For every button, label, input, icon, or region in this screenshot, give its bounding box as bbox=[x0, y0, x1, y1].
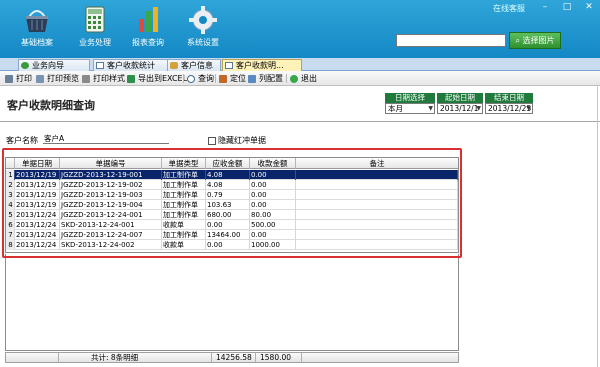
export-excel-button[interactable]: 导出到EXCEL bbox=[127, 73, 187, 84]
button-label: 退出 bbox=[301, 74, 317, 83]
calculator-icon bbox=[78, 5, 112, 35]
footer-divider bbox=[255, 353, 256, 362]
action-toolbar: 打印 打印预览 打印样式 导出到EXCEL 查询 定位 列配置 退出 bbox=[0, 71, 600, 86]
highlight-frame bbox=[2, 148, 462, 258]
exit-button[interactable]: 退出 bbox=[290, 73, 317, 84]
tab-strip: 业务向导 客户收款统计 客户信息 客户收款明... bbox=[0, 58, 600, 71]
locate-button[interactable]: 定位 bbox=[219, 73, 246, 84]
print-style-icon bbox=[82, 75, 90, 83]
print-preview-icon bbox=[36, 75, 44, 83]
toolbar-divider bbox=[183, 74, 184, 83]
online-service-label[interactable]: 在线客服 bbox=[493, 3, 525, 14]
search-input[interactable] bbox=[396, 34, 506, 47]
section-divider bbox=[0, 121, 600, 122]
gear-icon bbox=[186, 5, 220, 35]
select-image-label: 选择图片 bbox=[522, 36, 555, 45]
tab-customer-info[interactable]: 客户信息 bbox=[167, 59, 221, 71]
tool-settings[interactable]: 系统设置 bbox=[173, 5, 233, 48]
start-date-picker[interactable]: 2013/12/1 ▼ bbox=[437, 103, 483, 114]
grid-footer: 共计: 8条明细 14256.58 1580.00 bbox=[5, 352, 459, 363]
footer-total-receivable: 14256.58 bbox=[216, 353, 252, 362]
footer-divider bbox=[301, 353, 302, 362]
chevron-down-icon: ▼ bbox=[428, 105, 433, 112]
window-edge bbox=[597, 86, 598, 367]
button-label: 列配置 bbox=[259, 74, 283, 83]
footer-divider bbox=[211, 353, 212, 362]
table-icon bbox=[225, 62, 233, 69]
query-button[interactable]: 查询 bbox=[187, 73, 214, 84]
print-button[interactable]: 打印 bbox=[5, 73, 32, 84]
tool-label: 报表查询 bbox=[132, 38, 164, 47]
tool-basic-archive[interactable]: 基础档案 bbox=[7, 5, 67, 48]
print-preview-button[interactable]: 打印预览 bbox=[36, 73, 79, 84]
tab-label: 客户收款明... bbox=[236, 61, 284, 70]
column-config-icon bbox=[248, 75, 256, 83]
chevron-down-icon: ▼ bbox=[476, 105, 481, 112]
tool-label: 系统设置 bbox=[187, 38, 219, 47]
locate-icon bbox=[219, 75, 227, 83]
tool-reports[interactable]: 报表查询 bbox=[118, 5, 178, 48]
footer-total-received: 1580.00 bbox=[260, 353, 292, 362]
magnifier-icon bbox=[187, 75, 195, 83]
exit-icon bbox=[290, 75, 298, 83]
button-label: 导出到EXCEL bbox=[138, 74, 188, 83]
tool-business[interactable]: 业务处理 bbox=[65, 5, 125, 48]
toolbar-divider bbox=[215, 74, 216, 83]
end-date-value: 2013/12/25 bbox=[488, 104, 532, 113]
minimize-icon[interactable]: – bbox=[538, 2, 552, 13]
select-image-button[interactable]: ⌕ 选择图片 bbox=[509, 32, 561, 49]
button-label: 打印样式 bbox=[93, 74, 125, 83]
tool-label: 业务处理 bbox=[79, 38, 111, 47]
tab-label: 客户信息 bbox=[181, 61, 213, 70]
button-label: 打印预览 bbox=[47, 74, 79, 83]
toolbar-divider bbox=[286, 74, 287, 83]
printer-icon bbox=[5, 75, 13, 83]
tool-label: 基础档案 bbox=[21, 38, 53, 47]
end-date-header: 结束日期 bbox=[485, 93, 533, 103]
search-icon: ⌕ bbox=[515, 36, 520, 45]
date-range-select[interactable]: 本月 ▼ bbox=[385, 103, 435, 114]
footer-divider bbox=[58, 353, 59, 362]
tab-label: 客户收款统计 bbox=[107, 61, 155, 70]
button-label: 定位 bbox=[230, 74, 246, 83]
button-label: 查询 bbox=[198, 74, 214, 83]
page-title: 客户收款明细查询 bbox=[7, 99, 95, 112]
app-window: 基础档案 业务处理 报表查询 系统设置 在线客服 – □ ✕ ⌕ 选择图片 业务… bbox=[0, 0, 600, 367]
person-icon bbox=[170, 62, 178, 69]
tab-business-guide[interactable]: 业务向导 bbox=[18, 59, 90, 71]
hide-reversal-label: 隐藏红冲单据 bbox=[218, 136, 266, 145]
excel-icon bbox=[127, 75, 135, 83]
customer-name-field[interactable]: 客户A bbox=[43, 134, 169, 144]
basket-icon bbox=[20, 5, 54, 35]
chevron-down-icon: ▼ bbox=[526, 105, 531, 112]
customer-name-label: 客户名称 bbox=[6, 136, 38, 145]
date-range-value: 本月 bbox=[388, 104, 403, 113]
date-range-header: 日期选择 bbox=[385, 93, 435, 103]
home-icon bbox=[21, 62, 29, 69]
footer-summary: 共计: 8条明细 bbox=[91, 353, 139, 362]
table-icon bbox=[96, 62, 104, 69]
tab-customer-collection-detail[interactable]: 客户收款明... bbox=[222, 59, 302, 71]
close-icon[interactable]: ✕ bbox=[582, 2, 596, 13]
column-config-button[interactable]: 列配置 bbox=[248, 73, 283, 84]
end-date-picker[interactable]: 2013/12/25 ▼ bbox=[485, 103, 533, 114]
button-label: 打印 bbox=[16, 74, 32, 83]
start-date-value: 2013/12/1 bbox=[440, 104, 479, 113]
print-style-button[interactable]: 打印样式 bbox=[82, 73, 125, 84]
tab-label: 业务向导 bbox=[32, 61, 64, 70]
maximize-icon[interactable]: □ bbox=[560, 2, 574, 13]
top-toolbar: 基础档案 业务处理 报表查询 系统设置 在线客服 – □ ✕ ⌕ 选择图片 bbox=[0, 0, 600, 58]
start-date-header: 起始日期 bbox=[437, 93, 483, 103]
grid-empty-area bbox=[5, 254, 459, 351]
hide-reversal-checkbox[interactable] bbox=[208, 137, 216, 145]
bar-chart-icon bbox=[131, 5, 165, 35]
